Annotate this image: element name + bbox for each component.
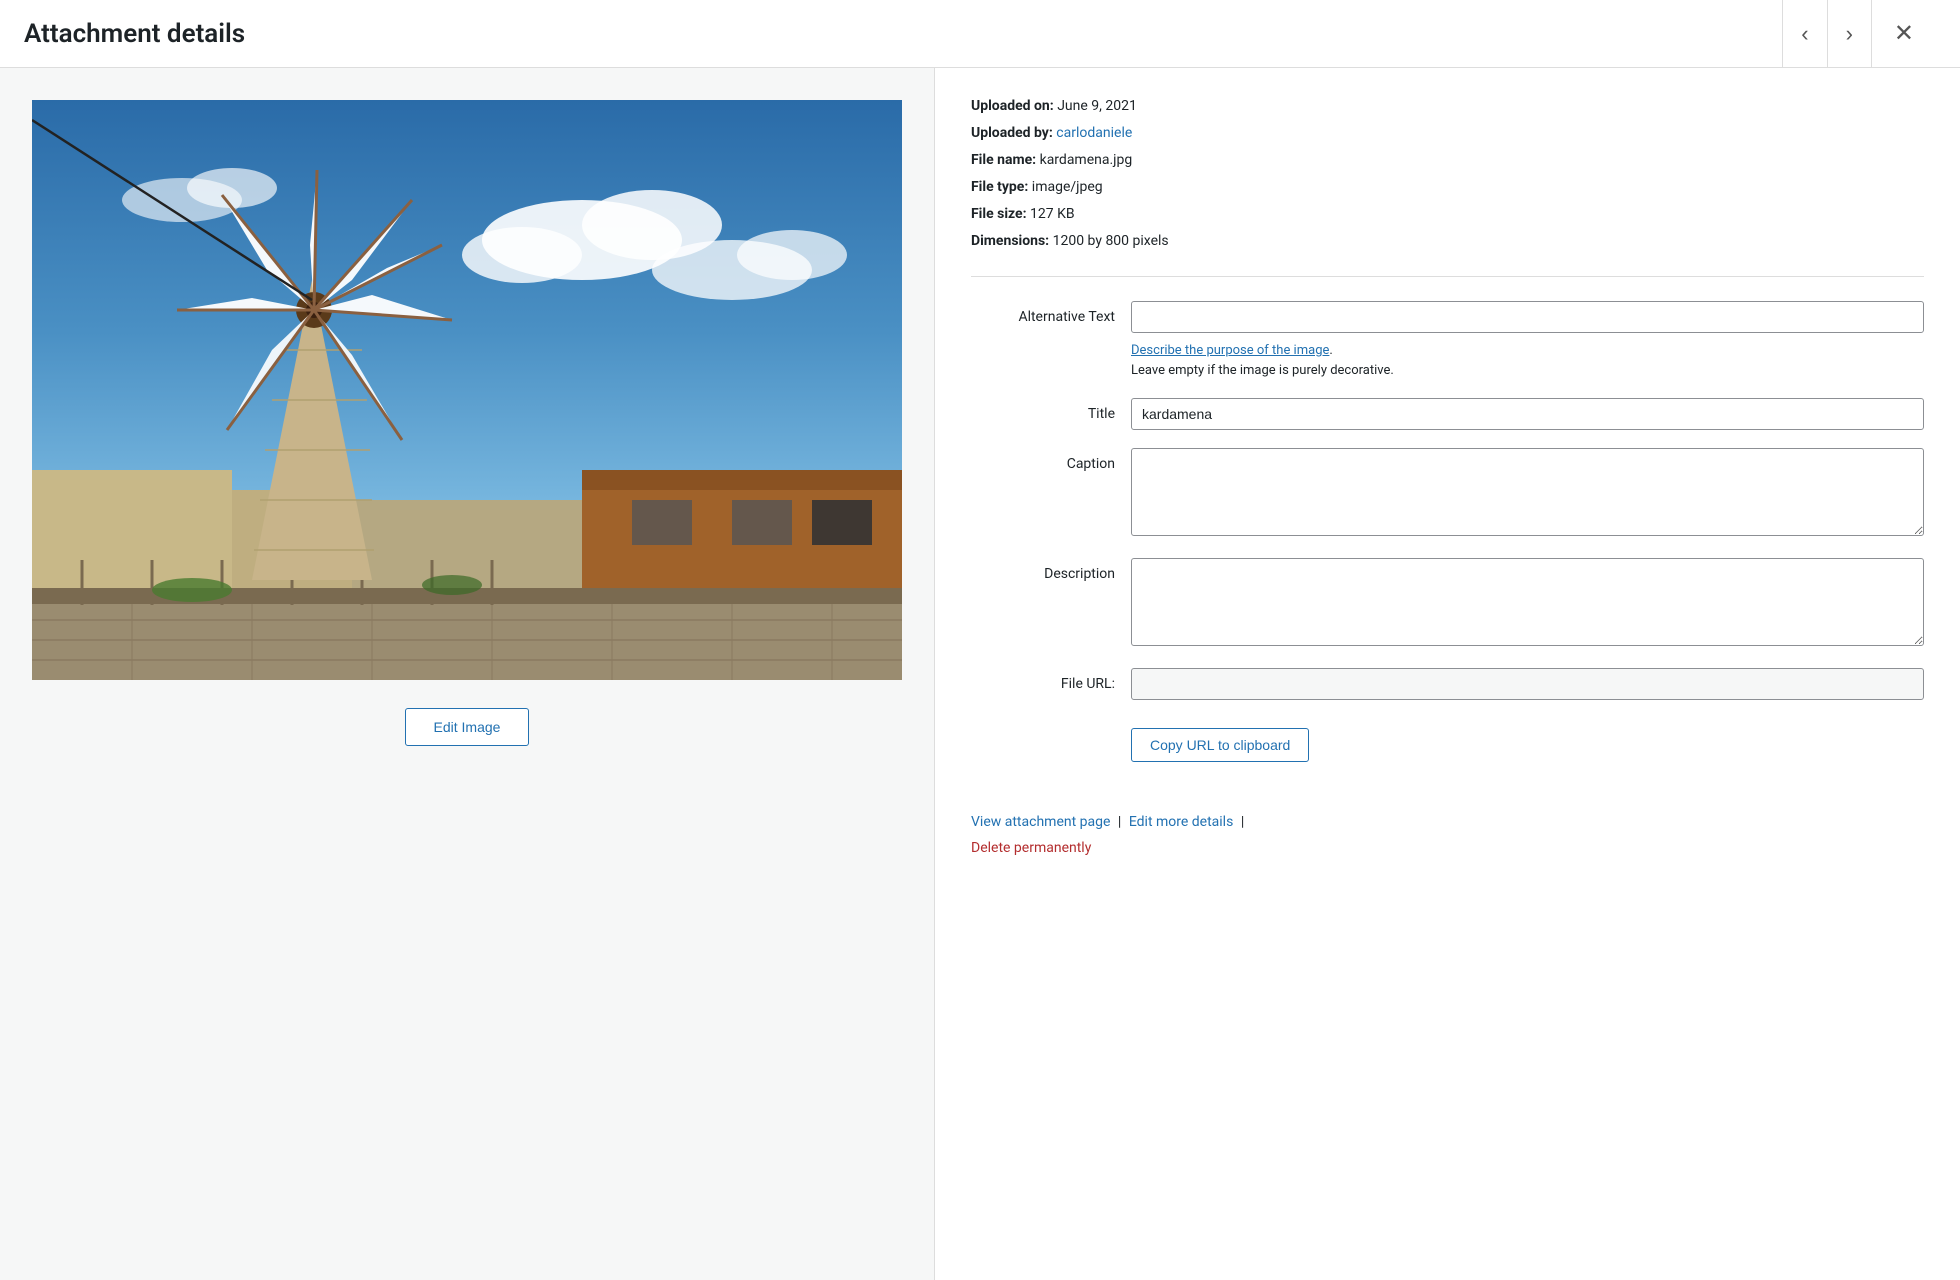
modal-title: Attachment details [24, 19, 245, 49]
file-name: File name: kardamena.jpg [971, 150, 1924, 171]
alt-text-hint-text: Leave empty if the image is purely decor… [1131, 363, 1394, 378]
modal-body: Edit Image Uploaded on: June 9, 2021 Upl… [0, 68, 1960, 1280]
alt-text-label: Alternative Text [971, 301, 1131, 325]
view-attachment-link[interactable]: View attachment page [971, 814, 1110, 830]
file-url-input[interactable] [1131, 668, 1924, 700]
header-nav: ‹ › ✕ [1782, 0, 1936, 68]
caption-row: Caption [971, 448, 1924, 540]
file-url-row: File URL: [971, 668, 1924, 700]
file-url-label: File URL: [971, 668, 1131, 692]
description-input[interactable] [1131, 558, 1924, 646]
description-row: Description [971, 558, 1924, 650]
title-row: Title [971, 398, 1924, 430]
close-button[interactable]: ✕ [1871, 0, 1936, 68]
uploaded-on: Uploaded on: June 9, 2021 [971, 96, 1924, 117]
description-field [1131, 558, 1924, 650]
modal-header: Attachment details ‹ › ✕ [0, 0, 1960, 68]
alt-text-row: Alternative Text Describe the purpose of… [971, 301, 1924, 380]
image-container [32, 100, 902, 680]
prev-button[interactable]: ‹ [1782, 0, 1826, 68]
file-size: File size: 127 KB [971, 204, 1924, 225]
file-url-field [1131, 668, 1924, 700]
main-footer-links: View attachment page | Edit more details… [971, 814, 1924, 830]
caption-label: Caption [971, 448, 1131, 472]
separator [971, 276, 1924, 277]
caption-input[interactable] [1131, 448, 1924, 536]
file-type: File type: image/jpeg [971, 177, 1924, 198]
delete-permanently-link[interactable]: Delete permanently [971, 840, 1091, 856]
edit-more-link[interactable]: Edit more details [1129, 814, 1234, 830]
footer-links: View attachment page | Edit more details… [971, 794, 1924, 856]
title-field [1131, 398, 1924, 430]
pipe-separator: | [1118, 814, 1121, 830]
alt-text-hint: Describe the purpose of the image. Leave… [1131, 341, 1924, 380]
alt-text-field: Describe the purpose of the image. Leave… [1131, 301, 1924, 380]
copy-url-row: Copy URL to clipboard [971, 718, 1924, 762]
next-icon: › [1846, 21, 1853, 47]
edit-image-button[interactable]: Edit Image [405, 708, 530, 746]
delete-link-row: Delete permanently [971, 840, 1924, 856]
alt-text-hint-link[interactable]: Describe the purpose of the image [1131, 343, 1329, 358]
image-panel: Edit Image [0, 68, 934, 1280]
dimensions: Dimensions: 1200 by 800 pixels [971, 231, 1924, 252]
close-icon: ✕ [1894, 19, 1914, 48]
details-panel: Uploaded on: June 9, 2021 Uploaded by: c… [934, 68, 1960, 1280]
uploaded-by-link[interactable]: carlodaniele [1056, 125, 1132, 141]
alt-text-input[interactable] [1131, 301, 1924, 333]
title-label: Title [971, 398, 1131, 422]
next-button[interactable]: › [1827, 0, 1871, 68]
pipe-separator-2: | [1241, 814, 1244, 830]
title-input[interactable] [1131, 398, 1924, 430]
attachment-details-modal: Attachment details ‹ › ✕ [0, 0, 1960, 1280]
attachment-image [32, 100, 902, 680]
caption-field [1131, 448, 1924, 540]
edit-image-label: Edit Image [434, 719, 501, 735]
prev-icon: ‹ [1801, 21, 1808, 47]
uploaded-by: Uploaded by: carlodaniele [971, 123, 1924, 144]
copy-url-button[interactable]: Copy URL to clipboard [1131, 728, 1309, 762]
description-label: Description [971, 558, 1131, 582]
file-info: Uploaded on: June 9, 2021 Uploaded by: c… [971, 96, 1924, 252]
